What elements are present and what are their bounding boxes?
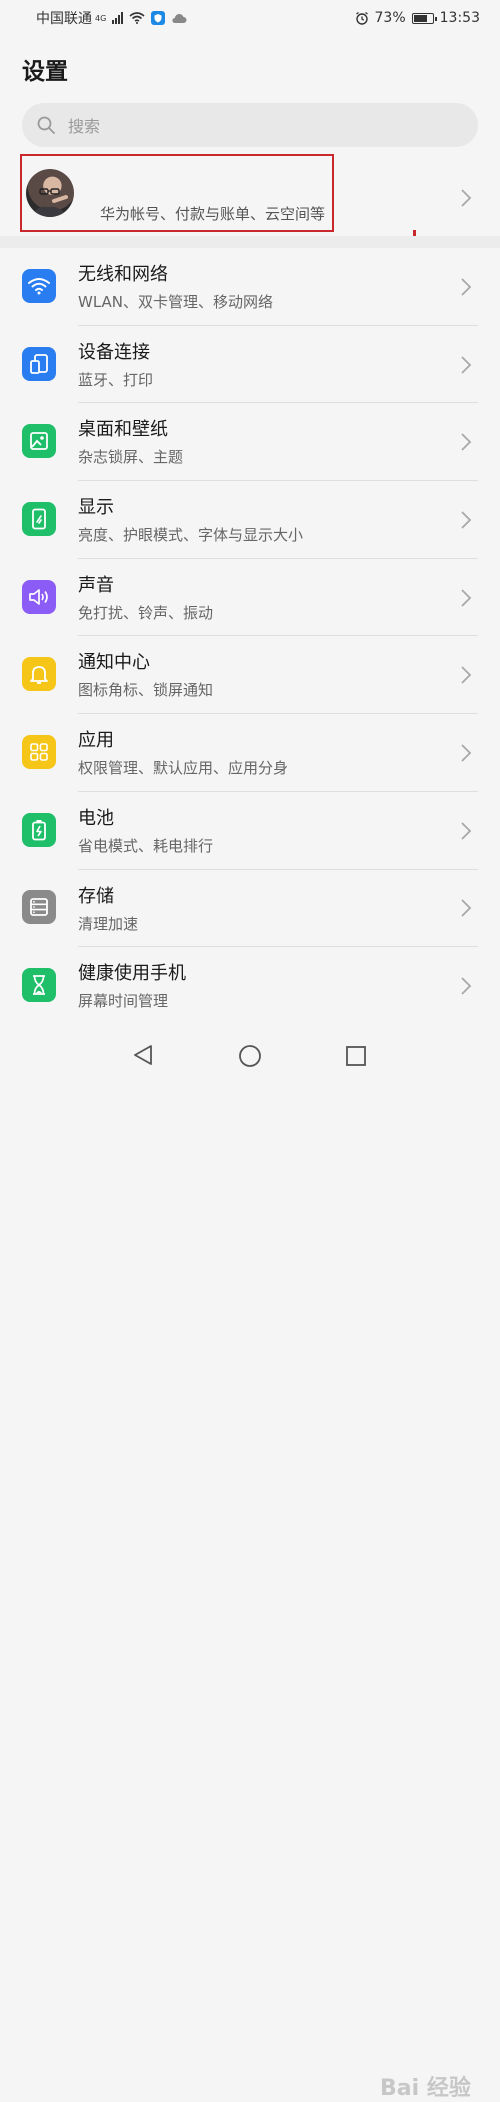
chevron-right-icon xyxy=(461,355,472,374)
settings-row-title: 桌面和壁纸 xyxy=(78,419,168,441)
chevron-right-icon xyxy=(461,189,472,207)
settings-row-subtitle: WLAN、双卡管理、移动网络 xyxy=(78,293,274,311)
chevron-right-icon xyxy=(461,511,472,529)
alarm-icon xyxy=(355,11,368,25)
annotation-highlight-box xyxy=(20,154,334,232)
recents-button[interactable] xyxy=(345,1045,367,1067)
settings-row-subtitle: 蓝牙、打印 xyxy=(78,370,154,389)
sound-icon xyxy=(22,579,56,614)
chevron-right-icon xyxy=(461,278,472,296)
settings-row-subtitle: 省电模式、耗电排行 xyxy=(78,836,214,855)
battery-percent: 73% xyxy=(374,10,406,26)
settings-row-title: 通知中心 xyxy=(78,652,150,674)
settings-row-title: 设备连接 xyxy=(78,341,150,363)
section-divider xyxy=(0,236,500,248)
settings-row-title: 电池 xyxy=(78,807,114,829)
settings-row-display[interactable]: 显示亮度、护眼模式、字体与显示大小 xyxy=(0,481,500,559)
settings-row-title: 存储 xyxy=(78,885,114,907)
status-left: 中国联通 4G xyxy=(36,8,187,28)
home-button[interactable] xyxy=(238,1044,262,1068)
settings-row-wifi[interactable]: 无线和网络 WLAN、双卡管理、移动网络 xyxy=(0,248,500,326)
settings-row-subtitle: 亮度、护眼模式、字体与显示大小 xyxy=(78,526,304,545)
chevron-right-icon xyxy=(461,899,472,917)
cloud-icon xyxy=(172,13,187,23)
chevron-right-icon xyxy=(461,433,472,451)
settings-row-wallpaper[interactable]: 桌面和壁纸杂志锁屏、主题 xyxy=(0,403,500,482)
bell-icon xyxy=(22,657,56,692)
settings-row-device-connection[interactable]: 设备连接 蓝牙、打印 xyxy=(0,326,500,404)
settings-row-battery-settings[interactable]: 电池省电模式、耗电排行 xyxy=(0,792,500,870)
hourglass-icon xyxy=(22,968,56,1003)
storage-icon xyxy=(22,890,56,925)
settings-row-subtitle: 杂志锁屏、主题 xyxy=(78,448,184,467)
signal-icon xyxy=(112,12,124,24)
settings-row-sound[interactable]: 声音免打扰、铃声、振动 xyxy=(0,559,500,637)
settings-row-hourglass[interactable]: 健康使用手机 屏幕时间管理 xyxy=(0,947,500,1025)
settings-row-apps-grid[interactable]: 应用权限管理、默认应用、应用分身 xyxy=(0,714,500,792)
settings-row-title: 声音 xyxy=(78,574,114,596)
chevron-right-icon xyxy=(461,588,472,607)
navigation-bar: Bai 经验 xyxy=(0,1030,500,2101)
settings-row-subtitle: 免打扰、铃声、振动 xyxy=(78,603,214,622)
settings-list: 无线和网络 WLAN、双卡管理、移动网络设备连接蓝牙、打印桌面和壁纸杂志锁屏、主题… xyxy=(0,248,500,1025)
settings-row-title: 显示 xyxy=(78,497,114,519)
page-title: 设置 xyxy=(22,59,68,85)
wallpaper-icon xyxy=(22,424,56,459)
chevron-right-icon xyxy=(461,977,472,995)
device-connection-icon xyxy=(22,346,56,381)
chevron-right-icon xyxy=(461,666,472,684)
clock: 13:53 xyxy=(439,10,480,26)
wifi-icon xyxy=(22,268,56,303)
search-icon xyxy=(37,116,55,134)
settings-row-subtitle: 清理加速 xyxy=(78,914,139,933)
settings-row-title: 健康使用手机 xyxy=(78,963,186,985)
settings-row-subtitle: 权限管理、默认应用、应用分身 xyxy=(78,759,289,778)
settings-row-subtitle: 屏幕时间管理 xyxy=(78,992,169,1011)
shield-app-icon xyxy=(151,11,166,25)
settings-row-storage[interactable]: 存储 清理加速 xyxy=(0,870,500,948)
settings-row-bell[interactable]: 通知中心图标角标、锁屏通知 xyxy=(0,636,500,715)
settings-row-title: 无线和网络 xyxy=(78,264,168,285)
wifi-icon xyxy=(129,12,145,24)
battery-icon xyxy=(411,12,437,24)
watermark: Bai 经验 xyxy=(380,2076,471,2101)
chevron-right-icon xyxy=(461,822,472,840)
battery-settings-icon xyxy=(22,812,56,847)
back-button[interactable] xyxy=(133,1044,153,1066)
display-icon xyxy=(22,501,56,536)
network-type: 4G xyxy=(95,13,107,23)
search-bar[interactable]: 搜索 xyxy=(22,103,478,147)
carrier-label: 中国联通 xyxy=(36,11,92,27)
chevron-right-icon xyxy=(461,744,472,762)
status-bar: 中国联通 4G 73% 13:53 xyxy=(0,0,500,36)
search-placeholder: 搜索 xyxy=(68,117,101,136)
status-right: 73% 13:53 xyxy=(355,10,480,26)
settings-row-subtitle: 图标角标、锁屏通知 xyxy=(78,681,214,700)
settings-row-title: 应用 xyxy=(78,730,114,752)
apps-grid-icon xyxy=(22,734,56,769)
